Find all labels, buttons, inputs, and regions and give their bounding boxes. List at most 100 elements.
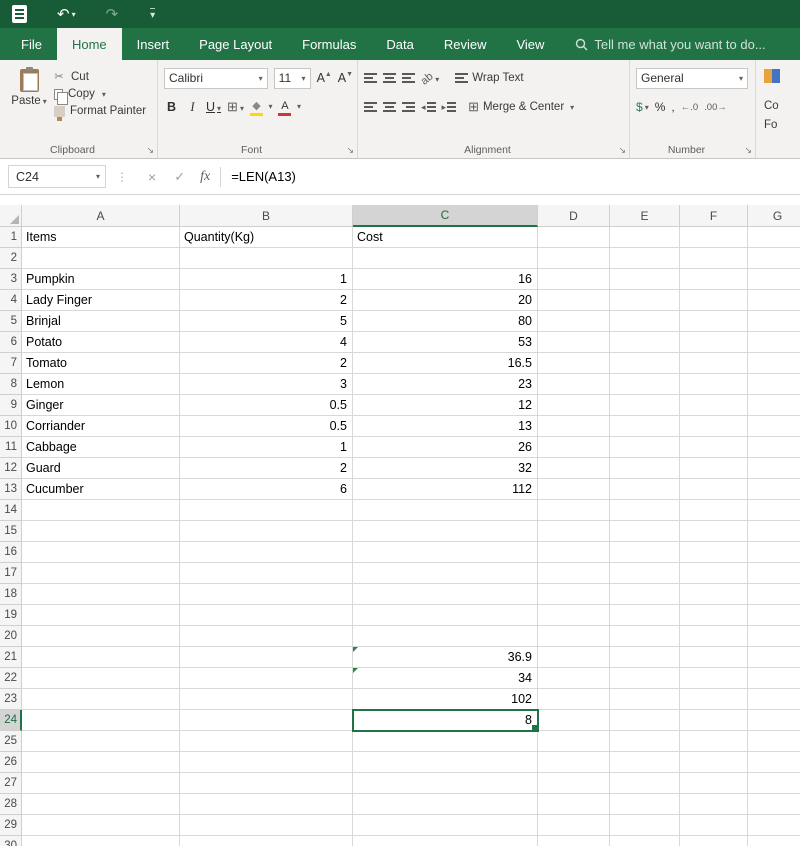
cell-G6[interactable] <box>748 332 800 353</box>
cell-D18[interactable] <box>538 584 610 605</box>
cell-E14[interactable] <box>610 500 680 521</box>
italic-button[interactable]: I <box>185 100 200 115</box>
cell-B21[interactable] <box>180 647 353 668</box>
column-header-A[interactable]: A <box>22 205 180 227</box>
cell-A23[interactable] <box>22 689 180 710</box>
bold-button[interactable]: B <box>164 100 179 114</box>
align-top-button[interactable] <box>364 73 377 83</box>
cell-G12[interactable] <box>748 458 800 479</box>
borders-button[interactable]: ⊞ <box>227 99 244 115</box>
formula-bar-handle-icon[interactable]: ⋮ <box>116 170 129 184</box>
cell-E17[interactable] <box>610 563 680 584</box>
cell-A29[interactable] <box>22 815 180 836</box>
cell-A21[interactable] <box>22 647 180 668</box>
cell-B14[interactable] <box>180 500 353 521</box>
cell-G7[interactable] <box>748 353 800 374</box>
row-header-9[interactable]: 9 <box>0 395 22 416</box>
tab-formulas[interactable]: Formulas <box>287 28 371 60</box>
cell-B22[interactable] <box>180 668 353 689</box>
cell-C8[interactable]: 23 <box>353 374 538 395</box>
cell-D3[interactable] <box>538 269 610 290</box>
cell-A4[interactable]: Lady Finger <box>22 290 180 311</box>
cell-C16[interactable] <box>353 542 538 563</box>
cell-B6[interactable]: 4 <box>180 332 353 353</box>
cell-F12[interactable] <box>680 458 748 479</box>
cell-D21[interactable] <box>538 647 610 668</box>
cell-F16[interactable] <box>680 542 748 563</box>
increase-font-size-button[interactable]: A▲ <box>317 71 332 85</box>
cell-F28[interactable] <box>680 794 748 815</box>
cell-B12[interactable]: 2 <box>180 458 353 479</box>
cell-C18[interactable] <box>353 584 538 605</box>
row-header-6[interactable]: 6 <box>0 332 22 353</box>
cut-button[interactable]: ✂ Cut <box>52 70 146 84</box>
cell-C29[interactable] <box>353 815 538 836</box>
cell-G17[interactable] <box>748 563 800 584</box>
cell-B8[interactable]: 3 <box>180 374 353 395</box>
cell-F11[interactable] <box>680 437 748 458</box>
cell-A28[interactable] <box>22 794 180 815</box>
cell-F4[interactable] <box>680 290 748 311</box>
cell-B17[interactable] <box>180 563 353 584</box>
cell-E19[interactable] <box>610 605 680 626</box>
cell-B4[interactable]: 2 <box>180 290 353 311</box>
cell-D29[interactable] <box>538 815 610 836</box>
cell-A10[interactable]: Corriander <box>22 416 180 437</box>
cell-A13[interactable]: Cucumber <box>22 479 180 500</box>
cell-C30[interactable] <box>353 836 538 846</box>
row-header-13[interactable]: 13 <box>0 479 22 500</box>
cell-G20[interactable] <box>748 626 800 647</box>
align-middle-button[interactable] <box>383 73 396 83</box>
cell-C20[interactable] <box>353 626 538 647</box>
cell-D24[interactable] <box>538 710 610 731</box>
cell-C7[interactable]: 16.5 <box>353 353 538 374</box>
cell-A5[interactable]: Brinjal <box>22 311 180 332</box>
cell-F5[interactable] <box>680 311 748 332</box>
cell-C13[interactable]: 112 <box>353 479 538 500</box>
cell-F17[interactable] <box>680 563 748 584</box>
cell-G30[interactable] <box>748 836 800 846</box>
cell-F14[interactable] <box>680 500 748 521</box>
row-header-26[interactable]: 26 <box>0 752 22 773</box>
format-painter-button[interactable]: Format Painter <box>52 105 146 121</box>
row-header-11[interactable]: 11 <box>0 437 22 458</box>
cell-E16[interactable] <box>610 542 680 563</box>
cell-E23[interactable] <box>610 689 680 710</box>
fill-color-button[interactable]: ◆ <box>249 98 273 116</box>
cell-B23[interactable] <box>180 689 353 710</box>
cell-A19[interactable] <box>22 605 180 626</box>
cell-D19[interactable] <box>538 605 610 626</box>
decrease-font-size-button[interactable]: A▼ <box>338 71 353 85</box>
cell-C25[interactable] <box>353 731 538 752</box>
cell-E3[interactable] <box>610 269 680 290</box>
cell-A15[interactable] <box>22 521 180 542</box>
cell-G23[interactable] <box>748 689 800 710</box>
cell-D1[interactable] <box>538 227 610 248</box>
cell-E11[interactable] <box>610 437 680 458</box>
cell-D10[interactable] <box>538 416 610 437</box>
cell-D22[interactable] <box>538 668 610 689</box>
cell-E8[interactable] <box>610 374 680 395</box>
cell-F26[interactable] <box>680 752 748 773</box>
font-color-button[interactable]: A <box>278 98 301 116</box>
row-header-10[interactable]: 10 <box>0 416 22 437</box>
cell-C19[interactable] <box>353 605 538 626</box>
row-header-1[interactable]: 1 <box>0 227 22 248</box>
row-header-14[interactable]: 14 <box>0 500 22 521</box>
cell-B2[interactable] <box>180 248 353 269</box>
column-header-D[interactable]: D <box>538 205 610 227</box>
font-size-select[interactable]: 11 <box>273 67 311 89</box>
cell-E2[interactable] <box>610 248 680 269</box>
number-dialog-launcher-icon[interactable]: ↘ <box>744 145 752 156</box>
cell-C5[interactable]: 80 <box>353 311 538 332</box>
cell-D20[interactable] <box>538 626 610 647</box>
cell-G24[interactable] <box>748 710 800 731</box>
row-header-21[interactable]: 21 <box>0 647 22 668</box>
cell-A25[interactable] <box>22 731 180 752</box>
row-header-3[interactable]: 3 <box>0 269 22 290</box>
cell-D26[interactable] <box>538 752 610 773</box>
cell-C11[interactable]: 26 <box>353 437 538 458</box>
cell-D25[interactable] <box>538 731 610 752</box>
column-header-E[interactable]: E <box>610 205 680 227</box>
cell-F8[interactable] <box>680 374 748 395</box>
